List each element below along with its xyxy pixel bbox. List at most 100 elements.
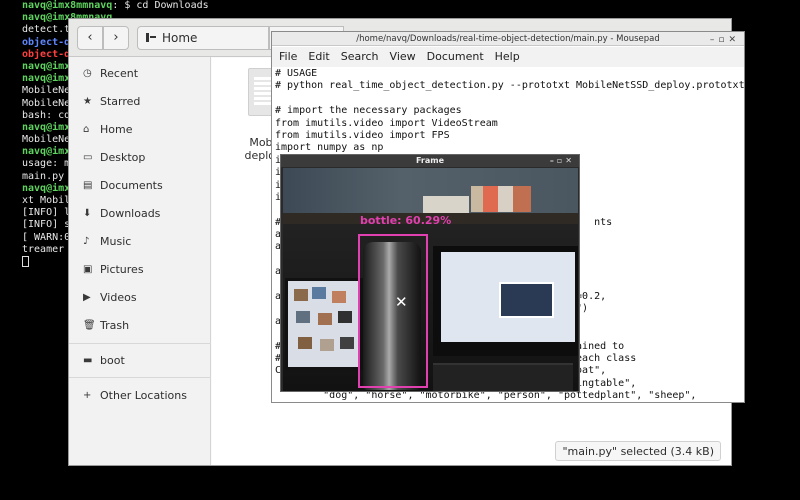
code-line: from imutils.video import VideoStream	[275, 117, 498, 129]
terminal-text: main.py	[22, 170, 65, 182]
terminal-text: bash: cd	[22, 109, 71, 121]
sidebar-item-other-locations[interactable]: + Other Locations	[69, 383, 211, 409]
sidebar-separator	[69, 377, 211, 378]
sidebar-item-label: Downloads	[100, 207, 161, 220]
places-sidebar: ◷ Recent ★ Starred ⌂ Home ▭ Desktop ▤ Documents ⬇ D…	[69, 57, 211, 465]
terminal-text: xt Mobil	[22, 195, 71, 206]
sidebar-item-music[interactable]: ♪ Music	[69, 229, 211, 255]
desktop-icon: ▭	[83, 152, 93, 163]
downloads-icon: ⬇	[83, 208, 92, 219]
trash-icon: 🗑	[83, 320, 96, 331]
sidebar-item-label: boot	[100, 354, 125, 367]
terminal-text: detect.t	[22, 24, 71, 36]
terminal-text: navq@imx	[22, 146, 71, 158]
sidebar-separator	[69, 343, 211, 344]
breadcrumb-home[interactable]: Home	[137, 26, 269, 50]
sidebar-item-downloads[interactable]: ⬇ Downloads	[69, 201, 211, 227]
code-line: # import the necessary packages	[275, 105, 462, 117]
code-line: # python real_time_object_detection.py -…	[275, 80, 745, 92]
forward-button[interactable]: ›	[103, 26, 129, 50]
back-button[interactable]: ‹	[77, 26, 103, 50]
sidebar-item-videos[interactable]: ▶ Videos	[69, 285, 211, 311]
terminal-text: MobileNe	[22, 97, 71, 109]
frame-title: Frame	[415, 156, 445, 165]
home-icon	[146, 33, 156, 42]
camera-feed: bottle: 60.29% ✕	[283, 168, 578, 391]
selection-status: "main.py" selected (3.4 kB)	[555, 441, 721, 461]
camera-frame-window[interactable]: Frame –▫✕ bottle: 60.29% ✕	[280, 154, 580, 392]
home-icon: ⌂	[83, 124, 90, 135]
terminal-text: [INFO] l	[22, 207, 71, 219]
menu-search[interactable]: Search	[341, 47, 379, 67]
sidebar-item-desktop[interactable]: ▭ Desktop	[69, 145, 211, 171]
drive-icon: ▬	[83, 355, 93, 366]
sidebar-item-label: Trash	[100, 319, 130, 332]
terminal-text: navq@imx	[22, 121, 71, 133]
detection-label: bottle: 60.29%	[360, 214, 452, 227]
sidebar-item-label: Other Locations	[100, 389, 187, 402]
star-icon: ★	[83, 96, 92, 107]
monitor-screen	[441, 252, 575, 342]
monitor	[433, 246, 578, 356]
sidebar-item-label: Starred	[100, 95, 141, 108]
sidebar-item-documents[interactable]: ▤ Documents	[69, 173, 211, 199]
frame-title-bar: Frame –▫✕	[281, 155, 579, 167]
frame-window-controls[interactable]: –▫✕	[550, 155, 575, 167]
mouse-cursor-icon: ✕	[395, 293, 408, 311]
keyboard	[433, 363, 573, 391]
window-controls[interactable]: –▫✕	[710, 33, 740, 47]
menu-view[interactable]: View	[390, 47, 416, 67]
breadcrumb-home-label: Home	[162, 31, 198, 45]
terminal-text: object-d	[22, 48, 71, 60]
clock-icon: ◷	[83, 68, 92, 79]
sidebar-item-starred[interactable]: ★ Starred	[69, 89, 211, 115]
terminal-text: navq@imx	[22, 182, 71, 194]
code-line: "dog", "horse", "motorbike", "person", "…	[275, 390, 697, 402]
sidebar-item-boot[interactable]: ▬ boot	[69, 348, 211, 374]
sidebar-item-label: Home	[100, 123, 133, 136]
terminal-text: navq@imx	[22, 60, 71, 72]
terminal-text: usage: m	[22, 158, 71, 170]
code-line: from imutils.video import FPS	[275, 129, 450, 141]
sidebar-item-label: Videos	[100, 291, 137, 304]
sidebar-item-label: Recent	[100, 67, 139, 80]
shelf-boxes	[471, 186, 531, 212]
menu-file[interactable]: File	[279, 47, 297, 67]
terminal-text: object-d	[22, 36, 71, 48]
code-line: # USAGE	[275, 68, 318, 79]
terminal-text: treamer	[22, 243, 65, 255]
menu-document[interactable]: Document	[427, 47, 484, 67]
sidebar-item-label: Pictures	[100, 263, 144, 276]
plus-icon: +	[83, 390, 92, 401]
editor-title: /home/navq/Downloads/real-time-object-de…	[356, 34, 660, 44]
editor-menubar: File Edit Search View Document Help	[272, 47, 744, 67]
detection-bounding-box	[358, 234, 428, 388]
box-object	[423, 196, 469, 214]
videos-icon: ▶	[83, 292, 91, 303]
sidebar-item-recent[interactable]: ◷ Recent	[69, 61, 211, 87]
terminal-cursor	[22, 255, 29, 267]
code-line: import numpy as np	[275, 142, 384, 154]
sidebar-item-label: Desktop	[100, 151, 146, 164]
sidebar-item-pictures[interactable]: ▣ Pictures	[69, 257, 211, 283]
terminal-line: navq@imx8mmnavq: $ cd Downloads	[22, 0, 508, 12]
terminal-text: [INFO] s	[22, 219, 71, 231]
laptop-screen	[285, 278, 363, 370]
pictures-icon: ▣	[83, 264, 93, 275]
sidebar-item-label: Music	[100, 235, 132, 248]
terminal-text: MobileNe	[22, 85, 71, 97]
terminal-text: [ WARN:0	[22, 231, 71, 243]
terminal-text: navq@imx8mmnavq	[22, 0, 113, 11]
sidebar-item-label: Documents	[100, 179, 163, 192]
editor-title-bar: /home/navq/Downloads/real-time-object-de…	[272, 32, 744, 46]
sidebar-item-trash[interactable]: 🗑 Trash	[69, 313, 211, 339]
terminal-text: : $ cd Downloads	[112, 0, 209, 11]
menu-help[interactable]: Help	[495, 47, 520, 67]
terminal-text: navq@imx	[22, 73, 71, 85]
terminal-text: MobileNe	[22, 134, 71, 146]
menu-edit[interactable]: Edit	[308, 47, 329, 67]
documents-icon: ▤	[83, 180, 93, 191]
sidebar-item-home[interactable]: ⌂ Home	[69, 117, 211, 143]
music-icon: ♪	[83, 236, 90, 247]
